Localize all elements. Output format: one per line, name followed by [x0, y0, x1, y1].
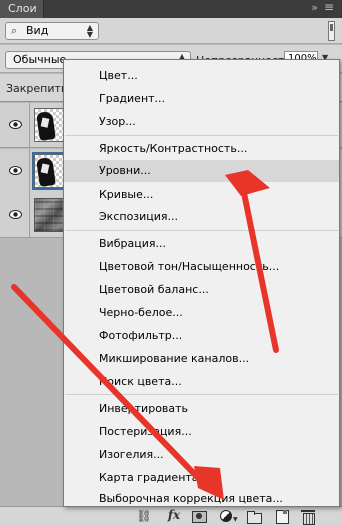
- menu-item-vibrance[interactable]: Вибрация...: [64, 233, 339, 255]
- tab-layers[interactable]: Слои: [0, 0, 44, 18]
- layer-mask-icon[interactable]: [191, 509, 207, 524]
- menu-item-levels[interactable]: Уровни...: [64, 160, 339, 182]
- menu-item-threshold[interactable]: Изогелия...: [64, 444, 339, 466]
- visibility-toggle[interactable]: [0, 193, 30, 238]
- menu-item-black-white[interactable]: Черно-белое...: [64, 302, 339, 324]
- filter-kind-value: Вид: [26, 24, 49, 37]
- menu-item-color-lookup[interactable]: Поиск цвета...: [64, 371, 339, 393]
- menu-item-gradient[interactable]: Градиент...: [64, 88, 339, 110]
- menu-item-photo-filter[interactable]: Фотофильтр...: [64, 325, 339, 347]
- menu-item-brightness-contrast[interactable]: Яркость/Контрастность...: [64, 138, 339, 160]
- eye-icon: [9, 120, 22, 129]
- menu-item-color-balance[interactable]: Цветовой баланс...: [64, 279, 339, 301]
- filter-toggle[interactable]: [328, 21, 335, 41]
- menu-item-hue-saturation[interactable]: Цветовой тон/Насыщенность...: [64, 256, 339, 278]
- lock-label: Закрепить:: [6, 82, 72, 95]
- eye-icon: [9, 210, 22, 219]
- layer-filter-toolbar: ⌕ Вид ▲ ▼: [0, 18, 342, 44]
- visibility-toggle[interactable]: [0, 149, 30, 194]
- eye-icon: [9, 166, 22, 175]
- menu-item-color[interactable]: Цвет...: [64, 65, 339, 87]
- menu-item-exposure[interactable]: Экспозиция...: [64, 206, 339, 228]
- blend-mode-value: Обычные: [13, 53, 67, 66]
- search-icon: ⌕: [11, 24, 18, 37]
- collapse-icon[interactable]: »: [311, 1, 318, 14]
- new-group-icon[interactable]: [246, 509, 262, 524]
- menu-item-curves[interactable]: Кривые...: [64, 184, 339, 206]
- panel-title-bar: Слои » ≡: [0, 0, 342, 18]
- menu-item-channel-mixer[interactable]: Микширование каналов...: [64, 348, 339, 370]
- new-layer-icon[interactable]: [274, 509, 290, 524]
- menu-separator: [65, 135, 338, 136]
- trash-icon[interactable]: [300, 509, 316, 525]
- menu-item-gradient-map[interactable]: Карта градиента...: [64, 467, 339, 489]
- menu-item-pattern[interactable]: Узор...: [64, 111, 339, 133]
- filter-kind-select[interactable]: ⌕ Вид ▲ ▼: [5, 22, 99, 40]
- adjustment-menu: Цвет... Градиент... Узор... Яркость/Конт…: [63, 59, 340, 507]
- updown-arrows-icon: ▲▼: [86, 23, 93, 39]
- adjustment-layer-icon[interactable]: ▼: [218, 509, 238, 524]
- menu-item-invert[interactable]: Инвертировать: [64, 398, 339, 420]
- visibility-toggle[interactable]: [0, 103, 30, 148]
- fx-icon[interactable]: fx: [164, 508, 184, 523]
- menu-item-posterize[interactable]: Постеризация...: [64, 421, 339, 443]
- menu-item-selective-color[interactable]: Выборочная коррекция цвета...: [64, 488, 339, 510]
- link-layers-icon[interactable]: ⛓: [136, 509, 152, 524]
- menu-separator: [65, 394, 338, 395]
- menu-separator: [65, 230, 338, 231]
- panel-menu-icon[interactable]: ≡: [324, 0, 334, 14]
